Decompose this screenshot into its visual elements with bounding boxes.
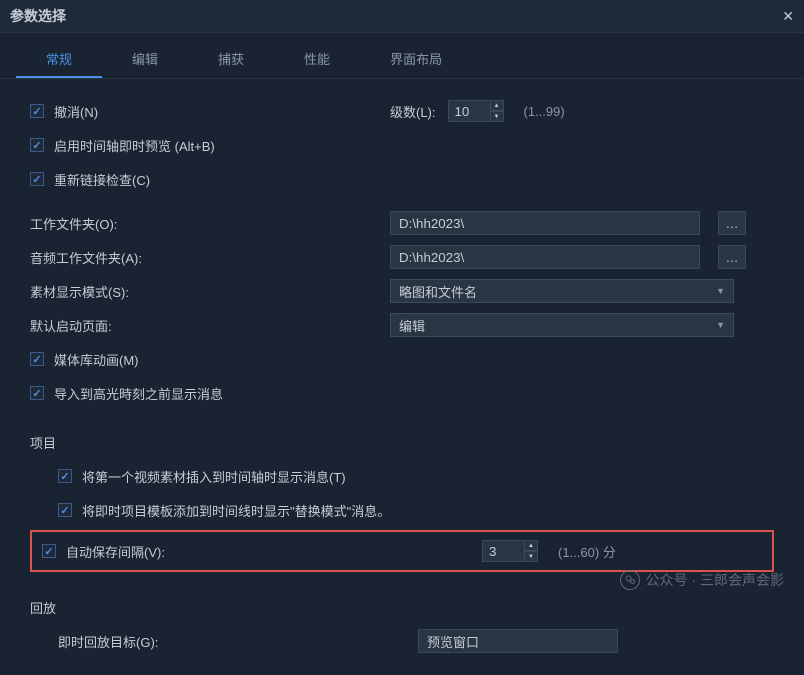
startup-page-label: 默认启动页面:	[30, 316, 112, 335]
audio-folder-browse-button[interactable]: …	[718, 245, 746, 269]
tab-layout[interactable]: 界面布局	[360, 41, 472, 78]
startup-page-dropdown[interactable]: 编辑 ▼	[390, 313, 734, 337]
autosave-up-icon[interactable]: ▲	[524, 540, 538, 551]
autosave-down-icon[interactable]: ▼	[524, 551, 538, 562]
autosave-highlight: 自动保存间隔(V): ▲ ▼ (1...60) 分	[30, 530, 774, 572]
work-folder-input[interactable]	[390, 211, 700, 235]
relink-checkbox[interactable]	[30, 172, 44, 186]
first-clip-msg-label: 将第一个视频素材插入到时间轴时显示消息(T)	[82, 467, 346, 486]
levels-label: 级数(L):	[390, 102, 436, 121]
audio-folder-label: 音频工作文件夹(A):	[30, 248, 142, 267]
playback-target-value: 预览窗口	[427, 632, 479, 651]
display-mode-dropdown[interactable]: 略图和文件名 ▼	[390, 279, 734, 303]
undo-checkbox[interactable]	[30, 104, 44, 118]
autosave-hint: (1...60) 分	[558, 542, 616, 561]
playback-target-label: 即时回放目标(G):	[58, 632, 158, 651]
display-mode-label: 素材显示模式(S):	[30, 282, 129, 301]
tab-capture[interactable]: 捕获	[188, 41, 274, 78]
replace-mode-msg-label: 将即时项目模板添加到时间线时显示"替换模式"消息。	[82, 501, 390, 520]
media-animation-checkbox[interactable]	[30, 352, 44, 366]
tab-bar: 常规 编辑 捕获 性能 界面布局	[0, 33, 804, 79]
media-animation-label: 媒体库动画(M)	[54, 350, 139, 369]
watermark: 公众号 · 三郎会声会影	[620, 570, 784, 590]
first-clip-msg-checkbox[interactable]	[58, 469, 72, 483]
levels-spinner[interactable]: ▲ ▼	[448, 100, 504, 122]
levels-up-icon[interactable]: ▲	[490, 100, 504, 111]
relink-label: 重新链接检查(C)	[54, 170, 150, 189]
autosave-input[interactable]	[482, 540, 524, 562]
highlight-msg-label: 导入到高光時刻之前显示消息	[54, 384, 223, 403]
timeline-preview-label: 启用时间轴即时预览 (Alt+B)	[54, 136, 215, 155]
autosave-spinner[interactable]: ▲ ▼	[482, 540, 538, 562]
undo-label: 撤消(N)	[54, 102, 98, 121]
levels-down-icon[interactable]: ▼	[490, 111, 504, 122]
levels-input[interactable]	[448, 100, 490, 122]
tab-general[interactable]: 常规	[16, 41, 102, 78]
work-folder-browse-button[interactable]: …	[718, 211, 746, 235]
playback-section-title: 回放	[30, 598, 774, 617]
autosave-label: 自动保存间隔(V):	[66, 542, 165, 561]
autosave-checkbox[interactable]	[42, 544, 56, 558]
playback-target-dropdown[interactable]: 预览窗口	[418, 629, 618, 653]
highlight-msg-checkbox[interactable]	[30, 386, 44, 400]
wechat-icon	[620, 570, 640, 590]
close-icon[interactable]: ✕	[782, 8, 794, 25]
project-section-title: 项目	[30, 433, 774, 452]
work-folder-label: 工作文件夹(O):	[30, 214, 117, 233]
replace-mode-msg-checkbox[interactable]	[58, 503, 72, 517]
startup-page-value: 编辑	[399, 316, 425, 335]
levels-hint: (1...99)	[524, 104, 565, 119]
audio-folder-input[interactable]	[390, 245, 700, 269]
chevron-down-icon: ▼	[716, 320, 725, 330]
tab-performance[interactable]: 性能	[274, 41, 360, 78]
display-mode-value: 略图和文件名	[399, 282, 477, 301]
tab-edit[interactable]: 编辑	[102, 41, 188, 78]
watermark-text: 公众号 · 三郎会声会影	[646, 570, 784, 590]
window-title: 参数选择	[10, 6, 66, 26]
chevron-down-icon: ▼	[716, 286, 725, 296]
timeline-preview-checkbox[interactable]	[30, 138, 44, 152]
